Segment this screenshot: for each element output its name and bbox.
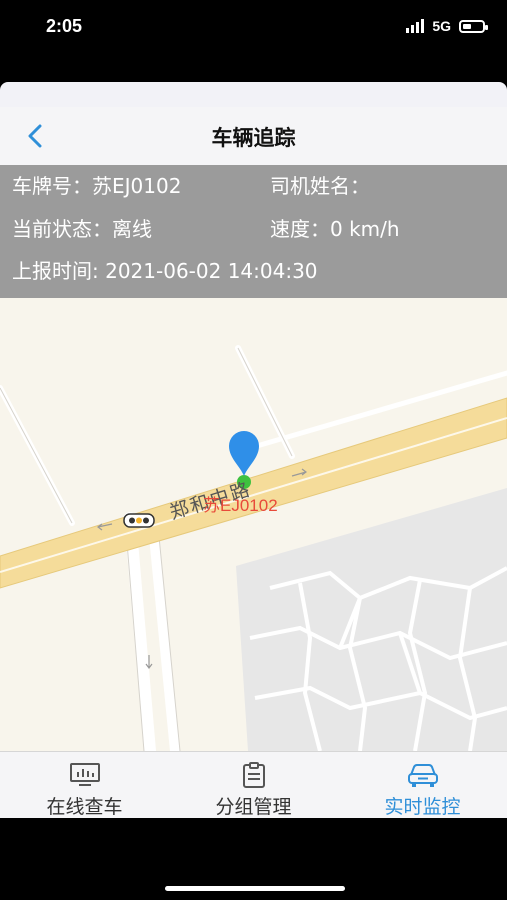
report-time-label: 上报时间: (12, 259, 106, 283)
location-pin-icon (229, 431, 259, 476)
tab-realtime-monitoring[interactable]: 实时监控 (338, 752, 507, 818)
status-right: 5G (406, 18, 488, 34)
app-screen: 车辆追踪 车牌号：苏EJ0102 司机姓名： 当前状态：离线 速度：0 km/h… (0, 82, 507, 818)
tab-label: 在线查车 (46, 796, 123, 818)
home-indicator[interactable] (165, 886, 345, 891)
tab-label: 分组管理 (215, 796, 292, 818)
clipboard-icon (243, 762, 265, 788)
traffic-light-icon (123, 513, 155, 528)
speed-label: 速度： (270, 217, 330, 241)
status-time: 2:05 (46, 16, 83, 36)
plate-value: 苏EJ0102 (92, 174, 182, 198)
network-type: 5G (432, 18, 451, 34)
map-view[interactable]: 郑和中路 苏EJ0102 (0, 298, 507, 751)
driver-label: 司机姓名： (270, 174, 370, 198)
car-icon (408, 764, 438, 787)
tab-bar: 在线查车 分组管理 实时监控 (0, 751, 507, 818)
signal-icon (406, 19, 425, 33)
tab-group-management[interactable]: 分组管理 (169, 752, 338, 818)
navigation-bar: 车辆追踪 (0, 107, 507, 165)
page-title: 车辆追踪 (211, 126, 296, 150)
driver-field: 司机姓名： (270, 172, 370, 200)
vehicle-info-panel: 车牌号：苏EJ0102 司机姓名： 当前状态：离线 速度：0 km/h 上报时间… (0, 165, 507, 298)
report-time-value: 2021-06-02 14:04:30 (105, 259, 318, 283)
state-field: 当前状态：离线 (12, 215, 152, 243)
tab-label: 实时监控 (384, 796, 461, 818)
plate-field: 车牌号：苏EJ0102 (12, 172, 181, 200)
tab-online-vehicles[interactable]: 在线查车 (0, 752, 169, 818)
report-time-field: 上报时间: 2021-06-02 14:04:30 (12, 257, 318, 285)
monitor-chart-icon (70, 763, 100, 786)
speed-field: 速度：0 km/h (270, 215, 400, 243)
plate-label: 车牌号： (12, 174, 92, 198)
state-label: 当前状态： (12, 217, 112, 241)
map-canvas[interactable] (0, 298, 507, 751)
battery-icon (459, 19, 488, 33)
speed-value: 0 km/h (330, 217, 400, 241)
vehicle-plate-label: 苏EJ0102 (203, 496, 278, 515)
state-value: 离线 (112, 217, 152, 241)
status-bar: 2:05 5G (0, 0, 507, 56)
